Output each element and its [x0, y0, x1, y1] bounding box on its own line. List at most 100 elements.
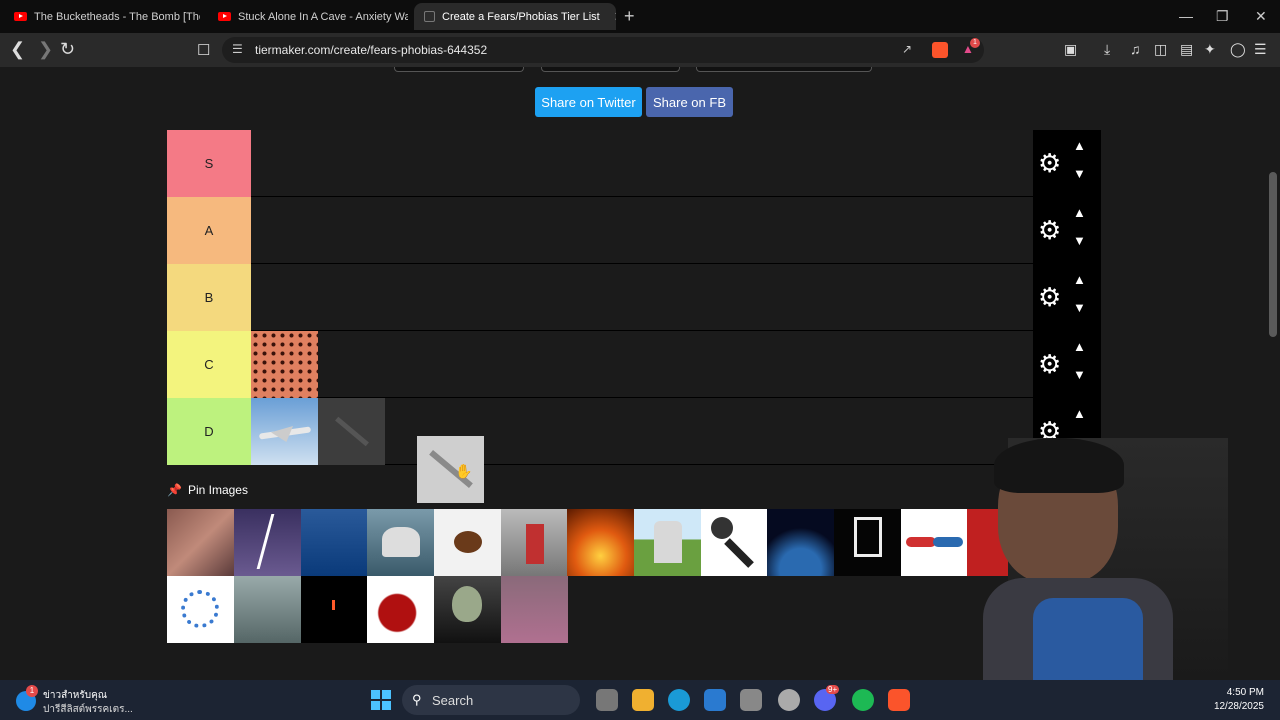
share-twitter-button[interactable]: Share on Twitter [535, 87, 642, 117]
dragged-syringe-image[interactable] [417, 436, 484, 503]
tier-dropzone-s[interactable] [251, 130, 1033, 197]
task-view-icon[interactable] [596, 689, 618, 711]
site-info-icon[interactable]: ☰ [232, 42, 243, 56]
menu-icon[interactable]: ☰ [1254, 41, 1267, 58]
move-up-icon[interactable]: ▲ [1073, 205, 1086, 220]
bookmark-icon[interactable]: ☐ [197, 41, 210, 59]
gear-icon[interactable]: ⚙ [1038, 284, 1061, 310]
move-down-icon[interactable]: ▼ [1073, 367, 1086, 382]
virus-image[interactable] [167, 576, 234, 643]
new-tab-button[interactable]: + [624, 6, 635, 27]
window-image[interactable] [834, 509, 901, 576]
ocean-image[interactable] [301, 509, 368, 576]
minimize-icon[interactable]: — [1179, 8, 1193, 24]
move-up-icon[interactable]: ▲ [1073, 406, 1086, 421]
fire-image[interactable] [567, 509, 634, 576]
tier-label-c[interactable]: C [167, 331, 251, 398]
system-clock[interactable]: 4:50 PM 12/28/2025 [1214, 686, 1264, 714]
tier-label-a[interactable]: A [167, 197, 251, 264]
file-explorer-icon[interactable] [632, 689, 654, 711]
restore-icon[interactable]: ❐ [1216, 8, 1229, 25]
back-icon[interactable]: ❮ [10, 39, 25, 60]
downloads-icon[interactable]: ⤓ [1104, 41, 1110, 58]
move-down-icon[interactable]: ▼ [1073, 233, 1086, 248]
close-window-icon[interactable]: ✕ [1255, 8, 1267, 25]
move-up-icon[interactable]: ▲ [1073, 138, 1086, 153]
height-image[interactable] [234, 576, 301, 643]
tier-controls: ⚙ ▲ ▼ [1033, 197, 1101, 264]
brave-shields-icon[interactable] [932, 42, 948, 58]
gear-icon[interactable]: ⚙ [1038, 150, 1061, 176]
tier-row-s: S ⚙ ▲ ▼ [167, 130, 1101, 197]
address-bar[interactable]: ☰ tiermaker.com/create/fears-phobias-644… [222, 37, 984, 63]
tier-row-b: B ⚙ ▲ ▼ [167, 264, 1101, 331]
blood-image[interactable] [367, 576, 434, 643]
reload-icon[interactable]: ↻ [60, 39, 75, 60]
brave-icon[interactable] [888, 689, 910, 711]
move-up-icon[interactable]: ▲ [1073, 339, 1086, 354]
tab-bucketheads[interactable]: The Bucketheads - The Bomb [These [4, 3, 200, 30]
tier-controls: ⚙ ▲ ▼ [1033, 130, 1101, 197]
tier-dropzone-d[interactable] [251, 398, 1033, 465]
move-down-icon[interactable]: ▼ [1073, 300, 1086, 315]
page-scrollbar[interactable] [1266, 67, 1280, 680]
gear-icon[interactable]: ⚙ [1038, 217, 1061, 243]
screaming-woman-image[interactable] [501, 576, 568, 643]
spotify-icon[interactable] [852, 689, 874, 711]
app-icon[interactable] [778, 689, 800, 711]
earth-impact-image[interactable] [767, 509, 834, 576]
tier-label-s[interactable]: S [167, 130, 251, 197]
trypophobia-image[interactable] [251, 331, 318, 398]
gravestone-image[interactable] [634, 509, 701, 576]
gear-icon[interactable]: ⚙ [1038, 351, 1061, 377]
pin-images-row[interactable]: 📌 Pin Images [167, 483, 248, 497]
clock-time: 4:50 PM [1226, 687, 1264, 698]
tier-label-b[interactable]: B [167, 264, 251, 331]
taskbar-search[interactable]: ⚲ Search [402, 685, 580, 715]
tier-label-d[interactable]: D [167, 398, 251, 465]
alien-image[interactable] [434, 576, 501, 643]
leo-ai-icon[interactable]: ✦ [1204, 41, 1216, 58]
crowd-image[interactable] [167, 509, 234, 576]
sidebar-icon[interactable]: ◫ [1154, 41, 1167, 58]
news-widget[interactable]: 1 ข่าวสำหรับคุณ ปารีสีลิสต์พรรคเตร... [16, 685, 176, 715]
windows-start-icon[interactable] [371, 690, 391, 710]
spider-image[interactable] [434, 509, 501, 576]
top-button-stub[interactable] [394, 67, 524, 72]
darkness-candle-image[interactable] [301, 576, 368, 643]
forward-icon[interactable]: ❯ [38, 39, 53, 60]
close-tab-icon[interactable]: ✕ [614, 9, 616, 25]
microphone-image[interactable] [701, 509, 768, 576]
tier-list: S ⚙ ▲ ▼ A ⚙ ▲ ▼ B ⚙ ▲ ▼ C ⚙ ▲ ▼ D ⚙ ▲ [167, 130, 1101, 465]
tier-dropzone-b[interactable] [251, 264, 1033, 331]
tab-stuck-alone[interactable]: Stuck Alone In A Cave - Anxiety Warr [208, 3, 408, 30]
screenshot-icon[interactable]: ▣ [1064, 41, 1077, 58]
shark-image[interactable] [367, 509, 434, 576]
syringe-placeholder-image[interactable] [318, 398, 385, 465]
share-icon[interactable]: ↗ [902, 42, 912, 56]
puppet-image[interactable] [501, 509, 568, 576]
vpn-icon[interactable]: ◯ [1230, 41, 1246, 58]
app-icon[interactable] [740, 689, 762, 711]
move-up-icon[interactable]: ▲ [1073, 272, 1086, 287]
tab-title: Stuck Alone In A Cave - Anxiety Warr [238, 10, 408, 23]
tab-tiermaker[interactable]: Create a Fears/Phobias Tier List ✕ [414, 3, 616, 30]
tier-dropzone-a[interactable] [251, 197, 1033, 264]
search-icon: ⚲ [412, 692, 422, 707]
wallet-icon[interactable]: ▤ [1180, 41, 1193, 58]
share-fb-button[interactable]: Share on FB [646, 87, 733, 117]
news-subtitle: ปารีสีลิสต์พรรคเตร... [43, 704, 133, 715]
edge-icon[interactable] [668, 689, 690, 711]
airplane-image[interactable] [251, 398, 318, 465]
scrollbar-thumb[interactable] [1269, 172, 1277, 337]
rewards-badge: 1 [970, 38, 980, 48]
music-icon[interactable]: ♫ [1130, 41, 1141, 57]
lightning-image[interactable] [234, 509, 301, 576]
top-button-stub[interactable] [541, 67, 680, 72]
url-text: tiermaker.com/create/fears-phobias-64435… [255, 43, 488, 57]
top-button-stub[interactable] [696, 67, 872, 72]
tier-dropzone-c[interactable] [251, 331, 1033, 398]
move-down-icon[interactable]: ▼ [1073, 166, 1086, 181]
store-icon[interactable] [704, 689, 726, 711]
browser-toolbar: ❮ ❯ ↻ ☐ ☰ tiermaker.com/create/fears-pho… [0, 33, 1280, 67]
